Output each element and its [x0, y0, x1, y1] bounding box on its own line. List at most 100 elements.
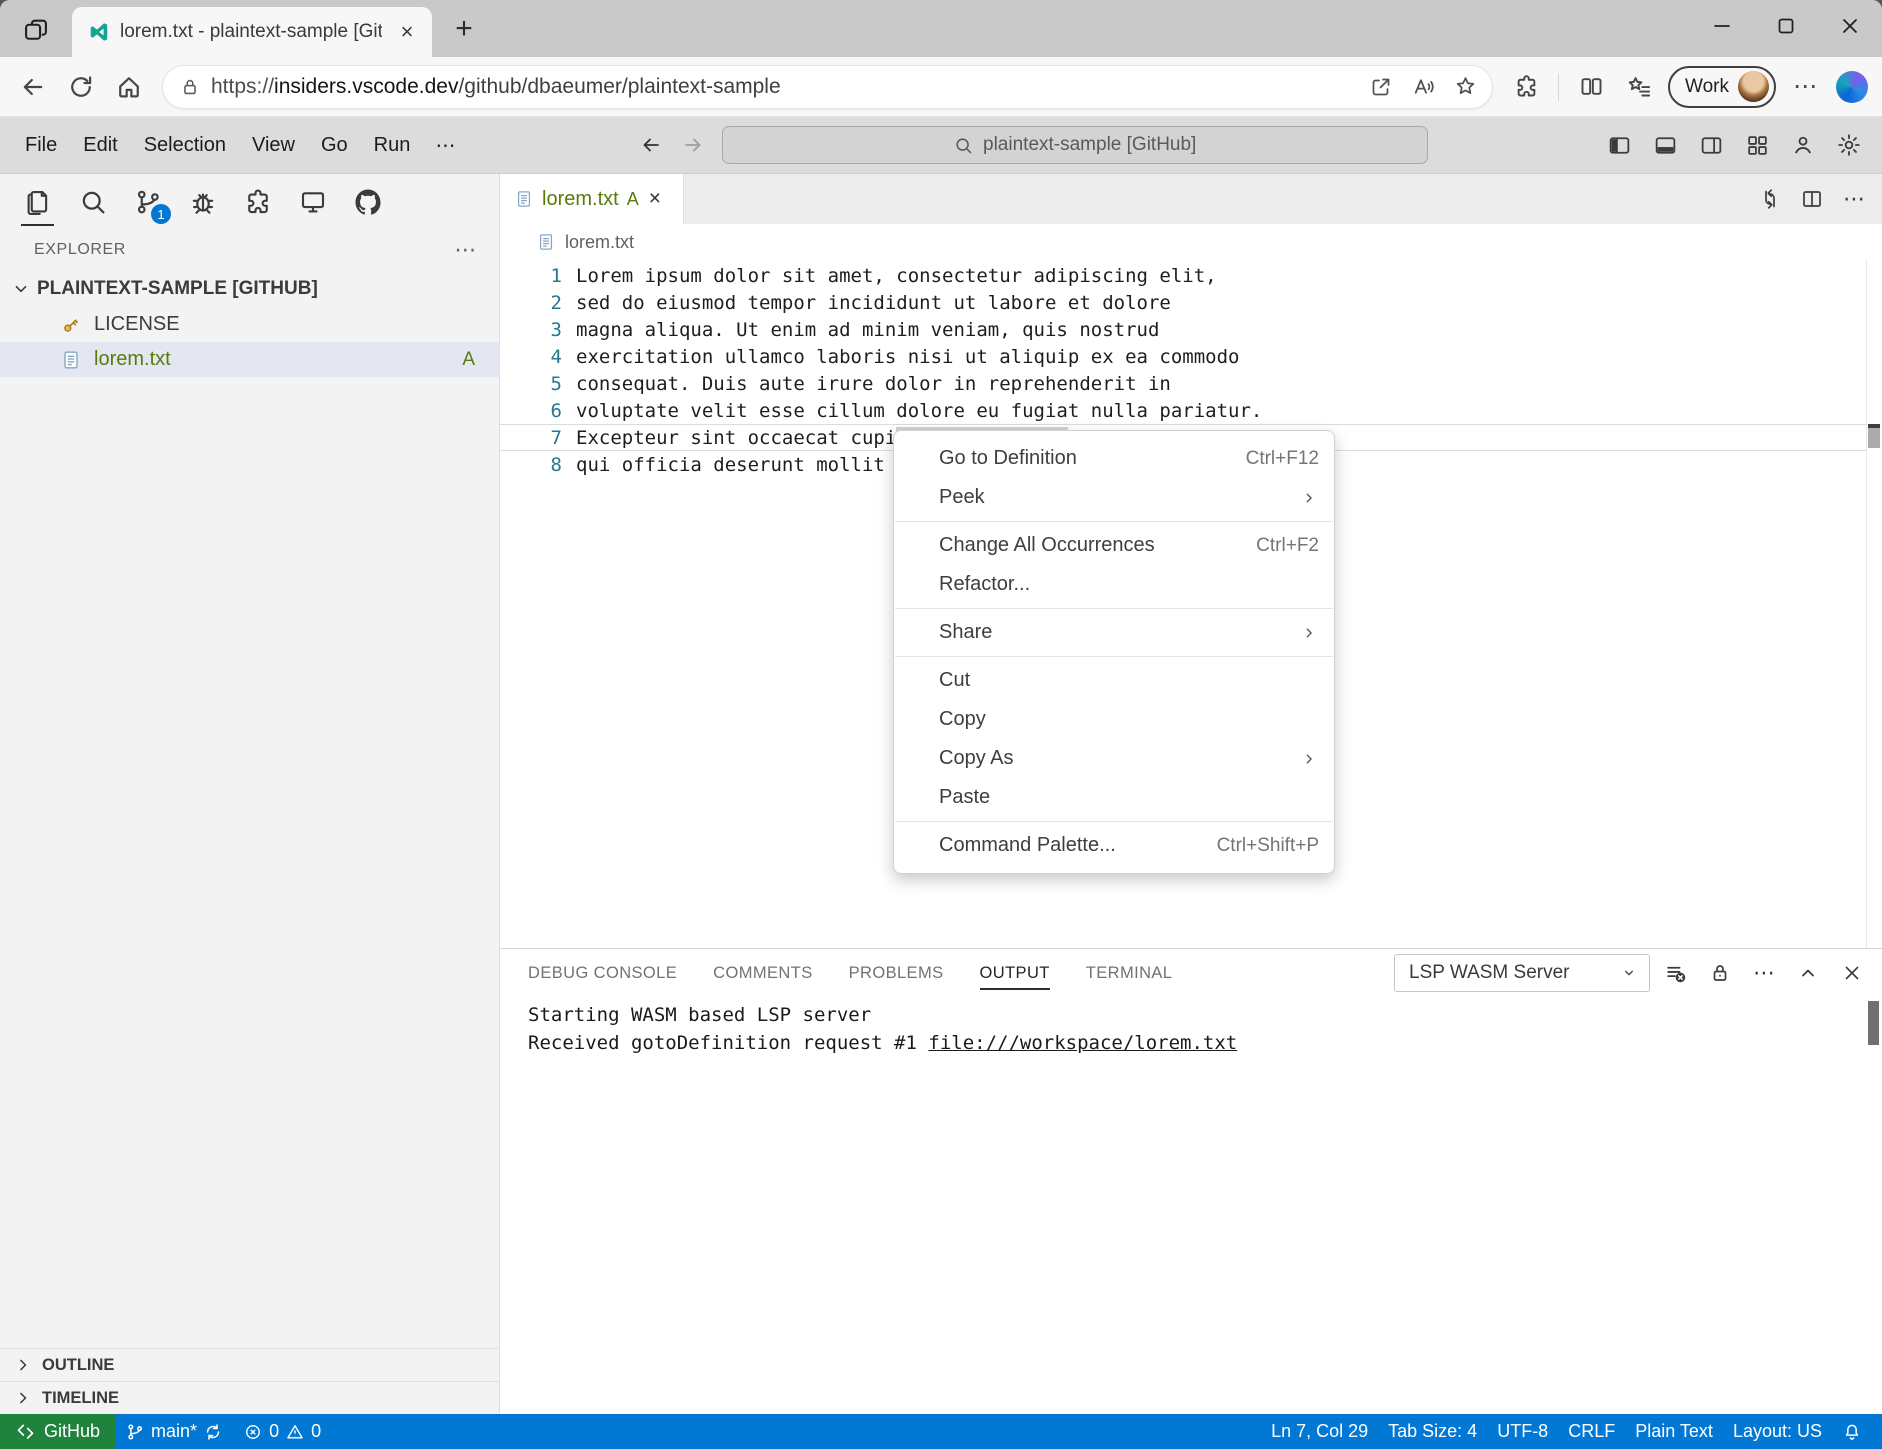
explorer-more-icon[interactable]: ⋯: [454, 237, 477, 263]
close-panel-icon[interactable]: [1834, 955, 1870, 991]
cursor-position[interactable]: Ln 7, Col 29: [1261, 1421, 1378, 1442]
problems-status[interactable]: 0 0: [233, 1421, 331, 1442]
tab-debug-console[interactable]: DEBUG CONSOLE: [528, 949, 677, 997]
timeline-section[interactable]: TIMELINE: [0, 1381, 499, 1414]
menu-separator: [895, 821, 1333, 822]
chevron-right-icon: [13, 1355, 33, 1375]
go-back-icon[interactable]: [630, 126, 672, 164]
split-screen-icon[interactable]: [1568, 65, 1614, 109]
menu-item-copy-as[interactable]: Copy As: [894, 739, 1334, 778]
menu-edit[interactable]: Edit: [70, 127, 130, 163]
overview-ruler[interactable]: [1866, 260, 1882, 948]
menu-item-cut[interactable]: Cut: [894, 661, 1334, 700]
lock-scroll-icon[interactable]: [1702, 955, 1738, 991]
menu-selection[interactable]: Selection: [131, 127, 239, 163]
menu-run[interactable]: Run: [361, 127, 424, 163]
remote-indicator[interactable]: GitHub: [0, 1414, 115, 1449]
customize-layout-icon[interactable]: [1736, 123, 1778, 167]
maximize-panel-icon[interactable]: [1790, 955, 1826, 991]
menu-item-command-palette[interactable]: Command Palette...Ctrl+Shift+P: [894, 826, 1334, 865]
command-center[interactable]: plaintext-sample [GitHub]: [722, 126, 1428, 164]
breadcrumb[interactable]: lorem.txt: [500, 224, 1882, 260]
eol-sequence[interactable]: CRLF: [1558, 1421, 1625, 1442]
menu-more-icon[interactable]: ⋯: [423, 133, 467, 158]
output-channel-select[interactable]: LSP WASM Server: [1394, 954, 1650, 992]
output-file-link[interactable]: file:///workspace/lorem.txt: [928, 1032, 1237, 1054]
extensions-activity-icon[interactable]: [230, 174, 285, 229]
toggle-secondary-sidebar-icon[interactable]: [1690, 123, 1732, 167]
tab-size[interactable]: Tab Size: 4: [1378, 1421, 1487, 1442]
breadcrumb-item[interactable]: lorem.txt: [565, 232, 634, 253]
menu-file[interactable]: File: [12, 127, 70, 163]
panel-scrollbar[interactable]: [1868, 1001, 1879, 1045]
tab-terminal[interactable]: TERMINAL: [1086, 949, 1173, 997]
go-forward-icon[interactable]: [672, 126, 714, 164]
explorer-header: EXPLORER ⋯: [0, 229, 499, 271]
clear-output-icon[interactable]: [1658, 955, 1694, 991]
source-control-icon[interactable]: 1: [120, 174, 175, 229]
settings-gear-icon[interactable]: [1828, 123, 1870, 167]
profile-button[interactable]: Work: [1668, 66, 1776, 108]
favorite-star-icon[interactable]: [1444, 67, 1486, 107]
panel-more-icon[interactable]: ⋯: [1746, 955, 1782, 991]
tab-workspaces-icon[interactable]: [14, 7, 58, 53]
refresh-icon[interactable]: [58, 65, 104, 109]
output-content[interactable]: Starting WASM based LSP server Received …: [500, 997, 1882, 1414]
favorites-list-icon[interactable]: [1616, 65, 1662, 109]
back-icon[interactable]: [10, 65, 56, 109]
toggle-sidebar-icon[interactable]: [1598, 123, 1640, 167]
browser-tab[interactable]: lorem.txt - plaintext-sample [GitH ×: [72, 7, 432, 57]
tab-close-icon[interactable]: ×: [392, 17, 422, 47]
copilot-icon[interactable]: [1836, 71, 1868, 103]
notifications-bell-icon[interactable]: [1832, 1422, 1872, 1442]
split-editor-icon[interactable]: [1792, 179, 1832, 219]
extensions-icon[interactable]: [1503, 65, 1549, 109]
editor-tab-close-icon[interactable]: ×: [649, 187, 661, 211]
menu-item-copy[interactable]: Copy: [894, 700, 1334, 739]
menu-item-go-to-definition[interactable]: Go to DefinitionCtrl+F12: [894, 439, 1334, 478]
url-text[interactable]: https://insiders.vscode.dev/github/dbaeu…: [211, 75, 1360, 99]
menu-item-paste[interactable]: Paste: [894, 778, 1334, 817]
language-mode[interactable]: Plain Text: [1625, 1421, 1723, 1442]
close-window-button[interactable]: [1818, 0, 1882, 52]
menu-separator: [895, 656, 1333, 657]
minimize-button[interactable]: [1690, 0, 1754, 52]
menu-item-label: Refactor...: [939, 573, 1030, 596]
new-tab-button[interactable]: +: [442, 7, 486, 51]
menu-item-change-all-occurrences[interactable]: Change All OccurrencesCtrl+F2: [894, 526, 1334, 565]
menu-go[interactable]: Go: [308, 127, 361, 163]
home-icon[interactable]: [106, 65, 152, 109]
encoding[interactable]: UTF-8: [1487, 1421, 1558, 1442]
open-changes-icon[interactable]: [1750, 179, 1790, 219]
outline-section[interactable]: OUTLINE: [0, 1348, 499, 1381]
menu-item-peek[interactable]: Peek: [894, 478, 1334, 517]
file-row-license[interactable]: LICENSE: [0, 307, 499, 342]
menu-shortcut: Ctrl+F12: [1246, 448, 1319, 470]
editor-tab-lorem[interactable]: lorem.txt A ×: [500, 174, 684, 224]
tab-comments[interactable]: COMMENTS: [713, 949, 812, 997]
workspace-section[interactable]: PLAINTEXT-SAMPLE [GITHUB]: [0, 271, 499, 307]
search-activity-icon[interactable]: [65, 174, 120, 229]
open-in-app-icon[interactable]: [1360, 67, 1402, 107]
file-row-lorem[interactable]: lorem.txt A: [0, 342, 499, 377]
keyboard-layout[interactable]: Layout: US: [1723, 1421, 1832, 1442]
menu-item-share[interactable]: Share: [894, 613, 1334, 652]
branch-status[interactable]: main*: [115, 1421, 233, 1442]
explorer-files-icon[interactable]: [10, 174, 65, 229]
toggle-panel-icon[interactable]: [1644, 123, 1686, 167]
remote-explorer-icon[interactable]: [285, 174, 340, 229]
tab-problems[interactable]: PROBLEMS: [849, 949, 944, 997]
run-debug-icon[interactable]: [175, 174, 230, 229]
address-bar[interactable]: https://insiders.vscode.dev/github/dbaeu…: [162, 65, 1493, 109]
lock-icon[interactable]: [179, 76, 201, 98]
menu-item-refactor[interactable]: Refactor...: [894, 565, 1334, 604]
maximize-button[interactable]: [1754, 0, 1818, 52]
settings-more-icon[interactable]: ⋯: [1782, 65, 1828, 109]
editor-more-icon[interactable]: ⋯: [1834, 179, 1874, 219]
tab-output[interactable]: OUTPUT: [980, 949, 1050, 997]
account-icon[interactable]: [1782, 123, 1824, 167]
code-line: 4exercitation ullamco laboris nisi ut al…: [500, 343, 1882, 370]
read-aloud-icon[interactable]: [1402, 67, 1444, 107]
github-icon[interactable]: [340, 174, 395, 229]
menu-view[interactable]: View: [239, 127, 308, 163]
